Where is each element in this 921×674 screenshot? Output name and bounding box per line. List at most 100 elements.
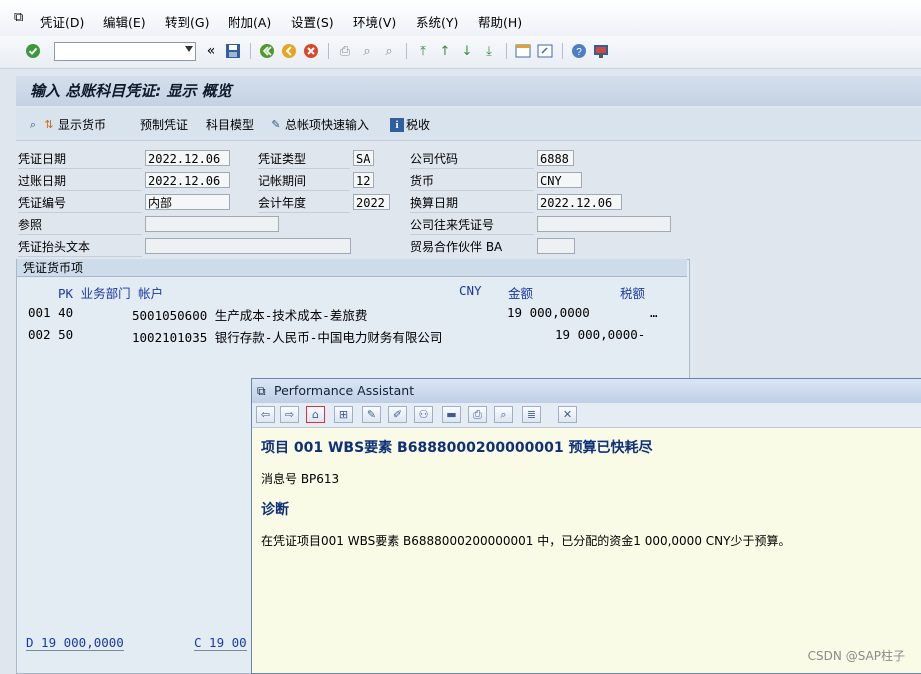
column-header-pk-bus-acct: PK 业务部门 帐户 — [58, 286, 164, 301]
find-icon[interactable]: ⌕ — [358, 42, 376, 60]
window-icon: ⧉ — [257, 384, 266, 398]
next-page-icon[interactable]: ↓ — [458, 42, 476, 60]
currency-field[interactable]: CNY — [537, 172, 582, 188]
row-2-account[interactable]: 1002101035 银行存款-人民币-中国电力财务有限公司 — [132, 327, 442, 346]
taxes-label: 税收 — [406, 118, 431, 132]
doc-number-label: 凭证编号 — [18, 194, 142, 213]
performance-assistant-toolbar: ⇦ ⇨ ⌂ ⊞ ✎ ✐ ⚇ ▬ ⎙ ⌕ ≣ ✕ — [252, 403, 921, 428]
previous-page-icon[interactable]: ↑ — [436, 42, 454, 60]
fiscal-year-label: 会计年度 — [258, 194, 350, 213]
fast-entry-label: 总帐项快速输入 — [285, 118, 370, 132]
doc-date-field[interactable]: 2022.12.06 — [145, 150, 230, 166]
taxes-button[interactable]: i 税收 — [390, 116, 430, 133]
chevron-down-icon[interactable] — [185, 46, 193, 52]
watermark: CSDN @SAP柱子 — [807, 649, 905, 663]
row-1-account[interactable]: 5001050600 生产成本-技术成本-差旅费 — [132, 305, 367, 324]
company-code-label: 公司代码 — [410, 150, 534, 169]
menu-edit[interactable]: 编辑(E) — [103, 12, 146, 31]
edit-icon[interactable]: ✎ — [362, 406, 381, 423]
create-session-icon[interactable] — [514, 42, 532, 60]
back-icon[interactable] — [258, 42, 276, 60]
pen-icon[interactable]: ✐ — [388, 406, 407, 423]
display-currency-button[interactable]: ⌕ ⇅ 显示货币 — [26, 116, 106, 133]
posting-date-label: 过账日期 — [18, 172, 142, 191]
cancel-icon[interactable] — [302, 42, 320, 60]
menu-document[interactable]: 凭证(D) — [40, 12, 84, 31]
doc-type-label: 凭证类型 — [258, 150, 350, 169]
diagnosis-heading: 诊断 — [261, 502, 289, 518]
performance-assistant-title-text: Performance Assistant — [274, 383, 415, 398]
svg-text:?: ? — [576, 47, 582, 58]
first-page-icon[interactable]: ⤒ — [414, 42, 432, 60]
menu-extras[interactable]: 附加(A) — [228, 12, 271, 31]
back-arrow-icon[interactable]: ⇦ — [256, 406, 275, 423]
print-icon[interactable]: ⎙ — [468, 406, 487, 423]
period-field[interactable]: 12 — [353, 172, 374, 188]
performance-assistant-title[interactable]: ⧉ Performance Assistant — [252, 379, 921, 403]
menu-help[interactable]: 帮助(H) — [478, 12, 522, 31]
translation-date-label: 换算日期 — [410, 194, 534, 213]
reference-field[interactable] — [145, 216, 279, 232]
row-1-amount[interactable]: 19 000,0000 — [507, 305, 590, 320]
fast-entry-button[interactable]: ✎ 总帐项快速输入 — [269, 116, 369, 133]
intercompany-field[interactable] — [537, 216, 671, 232]
customize-layout-icon[interactable] — [592, 42, 610, 60]
print-icon[interactable]: ⎙ — [336, 42, 354, 60]
forward-arrow-icon[interactable]: ⇨ — [280, 406, 299, 423]
column-header-amount: 金额 — [508, 286, 534, 301]
help-icon[interactable]: ? — [570, 42, 588, 60]
translation-date-field[interactable]: 2022.12.06 — [537, 194, 622, 210]
doc-date-label: 凭证日期 — [18, 150, 142, 169]
trading-partner-field[interactable] — [537, 238, 575, 254]
find-next-icon[interactable]: ⌕ — [380, 42, 398, 60]
header-text-field[interactable] — [145, 238, 351, 254]
find-icon[interactable]: ⌕ — [494, 406, 513, 423]
menu-settings[interactable]: 设置(S) — [291, 12, 334, 31]
menu-bar: ⧉ 凭证(D) 编辑(E) 转到(G) 附加(A) 设置(S) 环境(V) 系统… — [0, 0, 921, 37]
structure-icon[interactable]: ⊞ — [334, 406, 353, 423]
menu-system[interactable]: 系统(Y) — [416, 12, 458, 31]
menu-environment[interactable]: 环境(V) — [353, 12, 396, 31]
note-icon[interactable]: ▬ — [442, 406, 461, 423]
intercompany-label: 公司往来凭证号 — [410, 216, 534, 235]
edit-document-icon: ✎ — [271, 117, 281, 131]
debit-total: D 19 000,0000 — [26, 635, 124, 651]
technical-info-icon[interactable]: ⌂ — [306, 406, 325, 423]
row-2-line-pk[interactable]: 002 50 — [28, 327, 73, 342]
info-icon: i — [390, 117, 404, 132]
command-field[interactable] — [54, 42, 196, 61]
line-items-group-title: 凭证货币项 — [17, 259, 687, 277]
doc-number-field[interactable]: 内部 — [145, 194, 230, 210]
collapse-icon[interactable]: « — [202, 42, 220, 60]
display-currency-label: 显示货币 — [58, 118, 107, 132]
system-menu-icon[interactable]: ⧉ — [14, 10, 23, 25]
company-code-field[interactable]: 6888 — [537, 150, 574, 166]
credit-total: C 19 00 — [194, 635, 247, 651]
column-header-currency: CNY — [459, 283, 482, 298]
period-label: 记帐期间 — [258, 172, 350, 191]
fiscal-year-field[interactable]: 2022 — [353, 194, 390, 210]
shortcut-icon[interactable] — [536, 42, 554, 60]
trading-partner-label: 贸易合作伙伴 BA — [410, 240, 503, 254]
exit-icon[interactable] — [280, 42, 298, 60]
row-1-line-pk[interactable]: 001 40 — [28, 305, 73, 320]
application-toolbar: ⌕ ⇅ 显示货币 预制凭证 科目模型 ✎ 总帐项快速输入 i 税收 — [16, 108, 921, 141]
last-page-icon[interactable]: ⤓ — [480, 42, 498, 60]
enter-icon[interactable] — [24, 42, 42, 60]
reference-label: 参照 — [18, 216, 142, 235]
account-model-button[interactable]: 科目模型 — [206, 116, 254, 133]
park-document-button[interactable]: 预制凭证 — [140, 116, 188, 133]
document-icon[interactable]: ≣ — [522, 406, 541, 423]
posting-date-field[interactable]: 2022.12.06 — [145, 172, 230, 188]
standard-toolbar: « ⎙ ⌕ ⌕ ⤒ ↑ ↓ ⤓ ? — [0, 36, 921, 69]
row-2-amount[interactable]: 19 000,0000- — [555, 327, 645, 342]
column-header-tax: 税额 — [620, 286, 646, 301]
magnifier-icon: ⌕ — [29, 117, 37, 131]
currency-icon: ⇅ — [44, 117, 54, 131]
menu-goto[interactable]: 转到(G) — [165, 12, 209, 31]
save-icon[interactable] — [224, 42, 242, 60]
user-icon[interactable]: ⚇ — [414, 406, 433, 423]
message-heading: 项目 001 WBS要素 B6888000200000001 预算已快耗尽 — [261, 440, 653, 456]
close-icon[interactable]: ✕ — [558, 406, 577, 423]
doc-type-field[interactable]: SA — [353, 150, 374, 166]
